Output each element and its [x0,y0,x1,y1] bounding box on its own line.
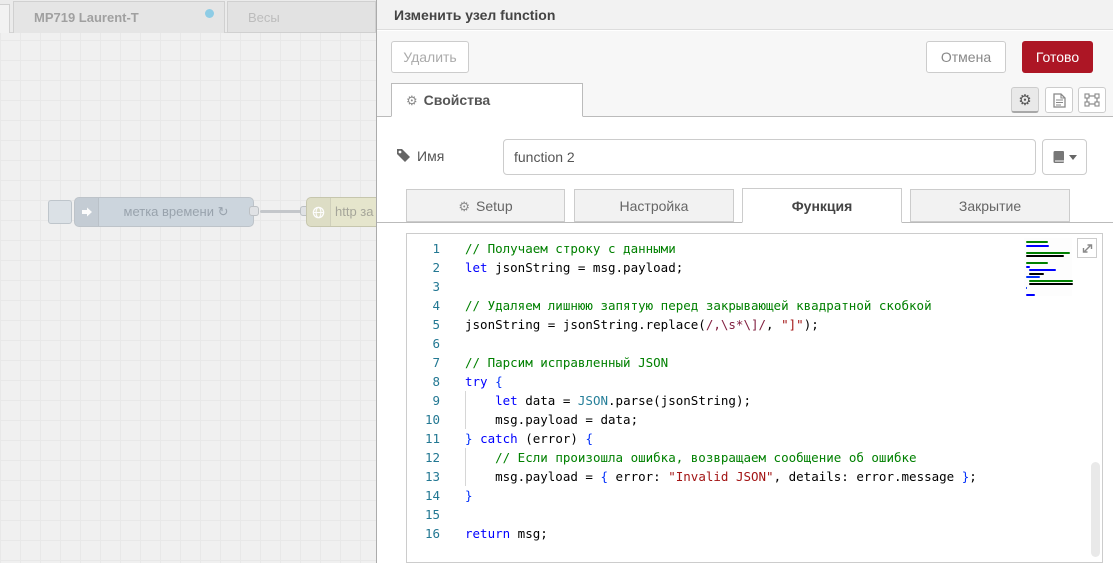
minimap[interactable] [1024,238,1072,296]
line-number: 14 [407,486,453,505]
workspace-shade-overlay [0,0,376,563]
code-line[interactable]: // Если произошла ошибка, возвращаем соо… [453,448,1102,467]
book-icon [1053,150,1065,164]
code-line[interactable]: try { [453,372,1102,391]
code-line[interactable]: msg.payload = data; [453,410,1102,429]
dialog-title: Изменить узел function [377,0,1113,30]
group-icon [1084,93,1100,107]
code-line[interactable]: return msg; [453,524,1102,543]
tab-nastroika[interactable]: Настройка [574,189,734,222]
name-input[interactable] [503,139,1036,175]
edit-properties-button[interactable]: ⚙ [1011,87,1039,113]
edit-node-dialog: Изменить узел function Удалить Отмена Го… [376,0,1113,563]
tab-label: Настройка [620,198,689,214]
tab-zakrytie[interactable]: Закрытие [910,189,1070,222]
line-number: 10 [407,410,453,429]
line-number: 8 [407,372,453,391]
code-line[interactable] [453,277,1102,296]
gear-icon: ⚙ [1018,91,1031,109]
done-button[interactable]: Готово [1022,41,1093,73]
dialog-toolbar: Удалить Отмена Готово [377,31,1113,83]
tab-label: Закрытие [959,198,1021,214]
code-line[interactable] [453,505,1102,524]
function-tabrow: ⚙ Setup Настройка Функция Закрытие [377,188,1113,223]
line-number: 16 [407,524,453,543]
line-number: 2 [407,258,453,277]
code-line[interactable]: // Удаляем лишнюю запятую перед закрываю… [453,296,1102,315]
flow-workspace[interactable]: MP719 Laurent-T Весы метка времени ↻ [0,0,376,563]
name-label: Имя [417,148,444,164]
tag-icon [396,148,411,163]
code-line[interactable]: } catch (error) { [453,429,1102,448]
line-number: 6 [407,334,453,353]
code-line[interactable]: msg.payload = { error: "Invalid JSON", d… [453,467,1102,486]
dialog-header: Изменить узел function [377,0,1113,30]
tab-setup[interactable]: ⚙ Setup [406,189,565,222]
line-number: 13 [407,467,453,486]
line-number: 1 [407,239,453,258]
library-button[interactable] [1042,139,1087,175]
line-number: 4 [407,296,453,315]
tab-properties[interactable]: ⚙ Свойства [391,83,583,117]
code-line[interactable]: jsonString = jsonString.replace(/,\s*\]/… [453,315,1102,334]
code-line[interactable]: let jsonString = msg.payload; [453,258,1102,277]
line-numbers: 12345678910111213141516 [407,239,453,543]
line-number: 7 [407,353,453,372]
line-number: 3 [407,277,453,296]
line-number: 11 [407,429,453,448]
line-number: 5 [407,315,453,334]
code-line[interactable]: } [453,486,1102,505]
editor-scrollbar[interactable] [1091,462,1100,557]
code-content[interactable]: // Получаем строку с даннымиlet jsonStri… [453,239,1102,543]
code-line[interactable]: // Парсим исправленный JSON [453,353,1102,372]
code-line[interactable]: let data = JSON.parse(jsonString); [453,391,1102,410]
line-number: 15 [407,505,453,524]
delete-button[interactable]: Удалить [391,41,469,73]
line-number: 9 [407,391,453,410]
line-number: 12 [407,448,453,467]
tab-label: Функция [792,198,853,214]
code-line[interactable] [453,334,1102,353]
node-red-app: MP719 Laurent-T Весы метка времени ↻ [0,0,1113,563]
chevron-down-icon [1069,155,1077,160]
properties-tabrow: ⚙ Свойства ⚙ [377,83,1113,117]
doc-icon [1053,93,1066,108]
gear-icon: ⚙ [406,93,418,108]
code-line[interactable]: // Получаем строку с данными [453,239,1102,258]
properties-tab-label: Свойства [424,92,491,108]
node-appearance-button[interactable] [1078,87,1106,113]
tab-funktsiya[interactable]: Функция [742,188,902,223]
cancel-button[interactable]: Отмена [926,41,1006,73]
name-row: Имя [377,139,1113,175]
gear-icon: ⚙ [458,199,470,214]
expand-editor-button[interactable] [1077,238,1097,258]
code-editor[interactable]: 12345678910111213141516 // Получаем стро… [406,233,1103,563]
expand-icon [1082,243,1093,254]
tab-label: Setup [476,198,513,214]
node-description-button[interactable] [1045,87,1073,113]
